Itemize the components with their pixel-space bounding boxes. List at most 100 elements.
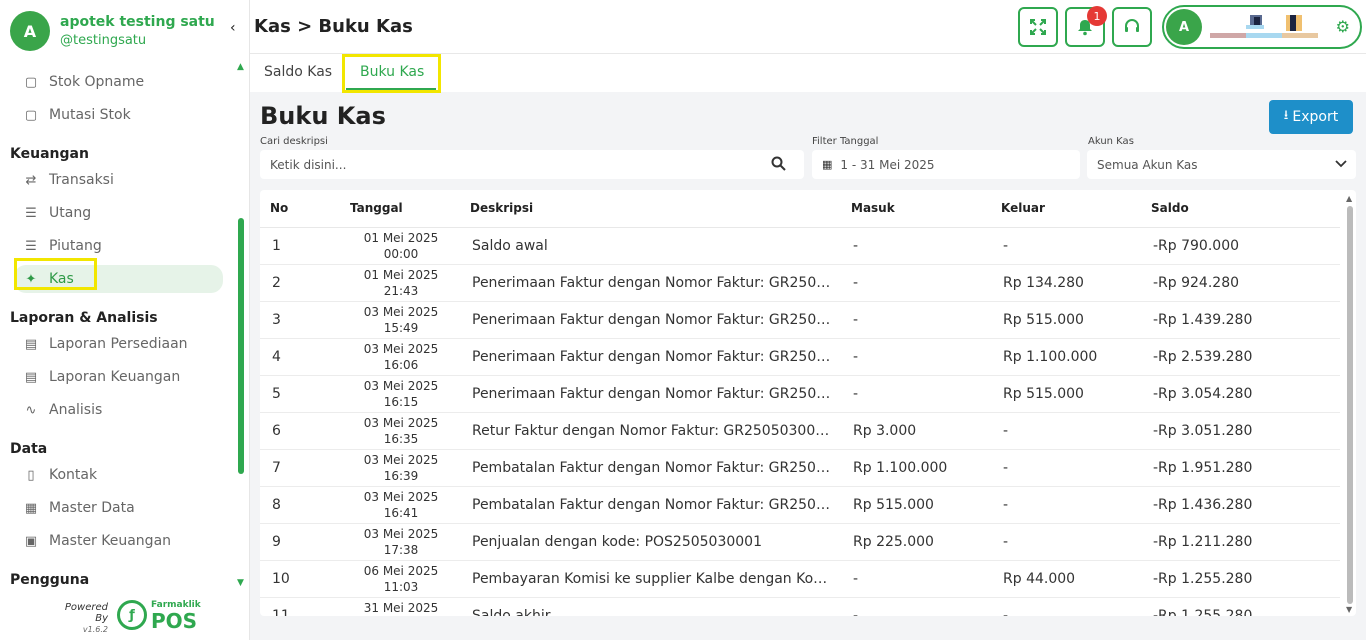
brand-handle: @testingsatu bbox=[60, 33, 147, 48]
calendar-icon: ▦ bbox=[822, 158, 833, 171]
table-row[interactable]: 10 Pembayaran Komisi ke supplier Kalbe de… bbox=[260, 561, 1340, 598]
cell-balance: -Rp 2.539.280 bbox=[1153, 349, 1253, 365]
table-row[interactable]: 1 Saldo awal - - -Rp 790.000 01 Mei 2025 00:00 bbox=[260, 228, 1340, 265]
farmaklik-logo-icon: ƒ bbox=[117, 600, 147, 630]
cell-out: - bbox=[1003, 238, 1009, 254]
cell-in: - bbox=[853, 238, 859, 254]
exchange-icon: ⇄ bbox=[25, 172, 37, 188]
cell-balance: -Rp 790.000 bbox=[1153, 238, 1240, 254]
cell-date: 06 Mei 2025 11:03 bbox=[356, 563, 446, 595]
date-filter-input[interactable]: ▦ 1 - 31 Mei 2025 bbox=[812, 150, 1080, 179]
clipboard-icon: ▤ bbox=[24, 369, 38, 385]
search-icon[interactable] bbox=[771, 156, 786, 171]
receipt-icon: ☰ bbox=[25, 238, 37, 254]
cell-date-time: 16:39 bbox=[383, 469, 419, 483]
cell-balance: -Rp 1.255.280 bbox=[1153, 608, 1253, 616]
sidebar-item-analisis[interactable]: ∿ Analisis bbox=[14, 396, 223, 424]
gear-icon[interactable]: ⚙ bbox=[1336, 17, 1350, 36]
cell-desc: Pembayaran Komisi ke supplier Kalbe deng… bbox=[472, 571, 828, 587]
farmaklik-pos-logo: ƒ Farmaklik POS bbox=[117, 598, 207, 632]
sidebar-item-kontak[interactable]: ▯ Kontak bbox=[14, 461, 223, 489]
table-row[interactable]: 4 Penerimaan Faktur dengan Nomor Faktur: … bbox=[260, 339, 1340, 376]
brand[interactable]: A apotek testing satu @testingsatu bbox=[10, 10, 240, 52]
cell-out: Rp 134.280 bbox=[1003, 275, 1084, 291]
cell-in: Rp 225.000 bbox=[853, 534, 934, 550]
sidebar-item-label: Utang bbox=[49, 205, 92, 221]
cell-desc: Pembatalan Faktur dengan Nomor Faktur: G… bbox=[472, 497, 830, 513]
sidebar-item-laporan-persediaan[interactable]: ▤ Laporan Persediaan bbox=[14, 330, 223, 358]
cell-date-day: 31 Mei 2025 bbox=[363, 601, 439, 615]
col-balance: Saldo bbox=[1151, 201, 1189, 215]
sidebar-item-piutang[interactable]: ☰ Piutang bbox=[14, 232, 223, 260]
scroll-up-icon[interactable]: ▲ bbox=[237, 62, 244, 72]
cell-out: - bbox=[1003, 497, 1009, 513]
cell-desc: Saldo awal bbox=[472, 238, 548, 254]
sidebar-item-master-keuangan[interactable]: ▣ Master Keuangan bbox=[14, 527, 223, 555]
cell-date-time: 21:43 bbox=[383, 284, 419, 298]
cell-date-day: 01 Mei 2025 bbox=[363, 268, 439, 282]
sidebar-item-laporan-keuangan[interactable]: ▤ Laporan Keuangan bbox=[14, 363, 223, 391]
cell-date-time: 00:00 bbox=[383, 247, 419, 261]
finance-icon: ▣ bbox=[24, 533, 38, 549]
cell-out: Rp 44.000 bbox=[1003, 571, 1076, 587]
cell-date-day: 03 Mei 2025 bbox=[363, 527, 439, 541]
cell-date-time: 15:49 bbox=[383, 321, 419, 335]
table-row[interactable]: 3 Penerimaan Faktur dengan Nomor Faktur: … bbox=[260, 302, 1340, 339]
table-row[interactable]: 11 Saldo akhir - - -Rp 1.255.280 31 Mei 2025 bbox=[260, 598, 1340, 616]
sidebar-scrollbar[interactable]: ▲ ▼ bbox=[237, 62, 245, 588]
sidebar-item-transaksi[interactable]: ⇄ Transaksi bbox=[14, 166, 223, 194]
notification-badge: 1 bbox=[1087, 6, 1107, 26]
scrollbar-thumb[interactable] bbox=[238, 218, 244, 474]
sidebar-item-label: Stok Opname bbox=[49, 74, 145, 90]
sidebar-item-label: Master Keuangan bbox=[49, 533, 172, 549]
table-row[interactable]: 5 Penerimaan Faktur dengan Nomor Faktur: … bbox=[260, 376, 1340, 413]
cell-out: - bbox=[1003, 534, 1009, 550]
table-row[interactable]: 9 Penjualan dengan kode: POS2505030001 Rp … bbox=[260, 524, 1340, 561]
sidebar-item-label: Analisis bbox=[49, 402, 103, 418]
search-input[interactable]: Ketik disini... bbox=[260, 150, 804, 179]
avatar: A bbox=[1166, 9, 1202, 45]
scroll-down-icon[interactable]: ▼ bbox=[237, 578, 244, 588]
cell-date: 03 Mei 2025 15:49 bbox=[356, 304, 446, 336]
table-row[interactable]: 8 Pembatalan Faktur dengan Nomor Faktur: … bbox=[260, 487, 1340, 524]
cell-desc: Penerimaan Faktur dengan Nomor Faktur: G… bbox=[472, 312, 831, 328]
sidebar-section-title: Pengguna bbox=[10, 572, 90, 588]
cell-no: 1 bbox=[272, 238, 281, 254]
scrollbar-thumb[interactable] bbox=[1347, 206, 1353, 604]
sidebar-section-title: Laporan & Analisis bbox=[10, 310, 158, 326]
notification-button[interactable]: 1 bbox=[1065, 6, 1107, 47]
cell-no: 11 bbox=[272, 608, 290, 616]
scroll-down-icon[interactable]: ▼ bbox=[1346, 605, 1352, 614]
cell-no: 5 bbox=[272, 386, 281, 402]
profile-menu[interactable]: A ⚙ bbox=[1162, 5, 1362, 49]
tab-saldo-kas[interactable]: Saldo Kas bbox=[264, 64, 332, 80]
sidebar-item-stok-opname[interactable]: ▢ Stok Opname bbox=[14, 68, 223, 96]
receipt-icon: ☰ bbox=[25, 205, 37, 221]
fullscreen-button[interactable] bbox=[1018, 7, 1058, 47]
table-row[interactable]: 7 Pembatalan Faktur dengan Nomor Faktur: … bbox=[260, 450, 1340, 487]
col-desc: Deskripsi bbox=[470, 201, 534, 215]
download-icon: ⭳ bbox=[1283, 108, 1289, 123]
cell-date: 03 Mei 2025 16:06 bbox=[356, 341, 446, 373]
cell-date: 03 Mei 2025 17:38 bbox=[356, 526, 446, 558]
cell-in: - bbox=[853, 571, 859, 587]
search-placeholder: Ketik disini... bbox=[270, 157, 347, 172]
version: v1.6.2 bbox=[82, 625, 108, 634]
account-select[interactable]: Semua Akun Kas bbox=[1087, 150, 1356, 179]
contact-icon: ▯ bbox=[27, 467, 35, 483]
tab-bar: Saldo Kas Buku Kas bbox=[250, 54, 1366, 93]
export-button[interactable]: ⭳ Export bbox=[1269, 100, 1353, 134]
scroll-up-icon[interactable]: ▲ bbox=[1346, 194, 1352, 203]
sidebar-item-master-data[interactable]: ▦ Master Data bbox=[14, 494, 223, 522]
table-row[interactable]: 2 Penerimaan Faktur dengan Nomor Faktur: … bbox=[260, 265, 1340, 302]
chevron-down-icon[interactable] bbox=[1334, 156, 1348, 170]
account-select-value: Semua Akun Kas bbox=[1097, 157, 1198, 172]
box-icon: ▢ bbox=[24, 74, 38, 90]
table-scrollbar[interactable]: ▲ ▼ bbox=[1346, 194, 1354, 614]
sidebar-item-utang[interactable]: ☰ Utang bbox=[14, 199, 223, 227]
table-row[interactable]: 6 Retur Faktur dengan Nomor Faktur: GR250… bbox=[260, 413, 1340, 450]
sidebar-item-mutasi-stok[interactable]: ▢ Mutasi Stok bbox=[14, 101, 223, 129]
chevron-left-icon[interactable]: ‹ bbox=[230, 20, 236, 36]
support-button[interactable] bbox=[1112, 7, 1152, 47]
cell-out: Rp 515.000 bbox=[1003, 386, 1084, 402]
